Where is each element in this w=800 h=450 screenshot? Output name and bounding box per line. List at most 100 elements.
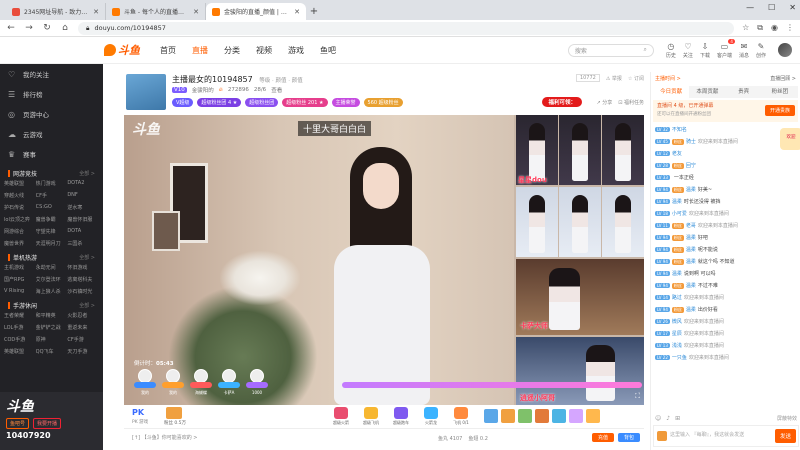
gift-shortcut-icon[interactable] <box>484 409 498 423</box>
category-link[interactable]: DOTA <box>67 228 99 235</box>
badge-pill[interactable]: V超级 <box>172 98 194 107</box>
chat-message[interactable]: LV 17 星辰 欢迎来到本直播间 <box>655 330 796 337</box>
category-link[interactable]: 护石传说 <box>4 204 36 211</box>
user-avatar[interactable] <box>778 43 792 57</box>
sidebar-item-ranking[interactable]: ☰ 排行榜 <box>0 84 103 104</box>
open-noble-button[interactable]: 开通贵族 <box>764 105 795 116</box>
sidebar-item-webgames[interactable]: ◎ 页游中心 <box>0 104 103 124</box>
category-link[interactable]: 三国杀 <box>67 240 99 247</box>
search-icon[interactable]: ⌕ <box>644 46 647 54</box>
category-link[interactable]: 怀旧游戏 <box>67 264 99 271</box>
section-more-link[interactable]: 全部 > <box>79 302 95 309</box>
notice-line[interactable]: [↑] 【斗鱼】你可能喜欢的 > <box>132 434 197 441</box>
category-link[interactable]: 火影忍者 <box>67 312 99 319</box>
subscribe-button[interactable]: ☆ 订阅 <box>628 75 644 82</box>
chat-message[interactable]: LV 94 温柔 时长还没得 被挡 <box>655 198 796 205</box>
fullscreen-icon[interactable]: ⛶ <box>635 392 640 401</box>
browser-tab-3[interactable]: 金骏阳的直播_颜值 | 斗鱼 ✕ <box>206 3 306 20</box>
chat-message[interactable]: LV 32 不知名 <box>655 126 796 133</box>
fan-avatar[interactable]: 海蝴蝶 <box>190 369 212 395</box>
category-link[interactable]: 金铲铲之战 <box>36 324 68 331</box>
badge-pill[interactable]: 超级粉丝团 4 ★ <box>197 98 242 107</box>
view-cell[interactable] <box>602 115 644 185</box>
category-link[interactable]: 王者荣耀 <box>4 312 36 319</box>
user-nick[interactable]: 老哥 <box>686 222 696 229</box>
search-input[interactable]: 搜索 ⌕ <box>567 43 654 57</box>
nav-home[interactable]: 首页 <box>160 45 176 56</box>
fan-avatar[interactable]: 1000 <box>246 369 268 395</box>
maximize-button[interactable]: ☐ <box>768 3 775 12</box>
chat-message[interactable]: LV 94 粉丝 温柔 出价好看 <box>655 306 796 313</box>
nav-video[interactable]: 视频 <box>256 45 272 56</box>
category-link[interactable]: 魔兽世界 <box>4 240 36 247</box>
badge-pill[interactable]: 主播荣誉 <box>331 98 360 107</box>
user-nick[interactable]: 温柔 <box>672 270 682 277</box>
gift-item[interactable]: 超级跑车 <box>390 407 412 426</box>
user-nick[interactable]: 路过 <box>672 294 682 301</box>
star-icon[interactable]: ☆ <box>742 23 749 33</box>
gift-item[interactable]: 火箭龙 <box>420 407 442 426</box>
chat-message[interactable]: LV 11 粉丝 老哥 欢迎来到本直播间 <box>655 222 796 229</box>
anchor-name[interactable]: 金骏阳的 <box>192 86 214 94</box>
category-link[interactable]: 热门游戏 <box>36 180 68 187</box>
category-link[interactable]: 魔兽怀旧服 <box>67 216 99 223</box>
backpack-button[interactable]: 背包 <box>617 433 640 442</box>
category-link[interactable]: CS:GO <box>36 204 68 211</box>
anchor-time-link[interactable]: 主播时间 > <box>655 75 681 82</box>
sidebar-item-events[interactable]: ♛ 赛事 <box>0 144 103 164</box>
welfare-button[interactable]: 福利可领： <box>542 97 582 107</box>
fan-avatar[interactable]: 我的 <box>134 369 156 395</box>
category-link[interactable]: 国产RPG <box>4 276 36 283</box>
view-cell[interactable] <box>516 187 558 257</box>
view-cell[interactable] <box>559 115 601 185</box>
create-button[interactable]: ✎ 创作 <box>756 42 766 59</box>
chat-input-box[interactable]: 这里输入 『每聊』，我这就会发送 发送 <box>653 425 799 447</box>
category-link[interactable]: LOL手游 <box>4 324 36 331</box>
browser-tab-2[interactable]: 斗鱼 - 每个人的直播平台 ✕ <box>106 3 206 20</box>
new-tab-button[interactable]: + <box>306 3 322 20</box>
chat-message[interactable]: LV 14 路过 欢迎来到本直播间 <box>655 294 796 301</box>
sidebar-item-cloudgame[interactable]: ☁ 云游戏 <box>0 124 103 144</box>
chat-message[interactable]: LV 12 老友 <box>655 150 796 157</box>
client-button[interactable]: ▭ 客户端 4 <box>717 38 735 59</box>
category-link[interactable]: 主机游戏 <box>4 264 36 271</box>
gift-item[interactable]: 超级飞机 <box>360 407 382 426</box>
fan-avatar[interactable]: 卡萨A <box>218 369 240 395</box>
nav-yuba[interactable]: 鱼吧 <box>320 45 336 56</box>
forward-icon[interactable]: → <box>24 23 34 33</box>
tab-close-icon[interactable]: ✕ <box>294 8 300 16</box>
tab-vip[interactable]: 贵宾 <box>726 86 762 98</box>
user-nick[interactable]: 温柔 <box>686 282 696 289</box>
user-nick[interactable]: 骑士 <box>686 138 696 145</box>
chat-message[interactable]: LV 94 粉丝 温柔 就这个吗 不知道 <box>655 258 796 265</box>
category-link[interactable]: CF手游 <box>67 336 99 343</box>
yuba-id-button[interactable]: 鱼吧号 <box>6 418 30 429</box>
user-nick[interactable]: 浅浅 <box>672 342 682 349</box>
reload-icon[interactable]: ↻ <box>42 23 52 33</box>
minimize-button[interactable]: — <box>746 3 754 12</box>
bag-icon[interactable] <box>657 431 667 441</box>
chat-message[interactable]: LV 33 一本正经 <box>655 174 796 181</box>
block-effects-toggle[interactable]: 屏蔽特效 <box>777 415 797 422</box>
gift-shortcut-icon[interactable] <box>518 409 532 423</box>
chat-message[interactable]: LV 18 小可爱 欢迎来到本直播间 <box>655 210 796 217</box>
download-button[interactable]: ⇩ 下载 <box>700 42 710 59</box>
close-window-button[interactable]: ✕ <box>789 3 796 12</box>
user-nick[interactable]: 回宁 <box>686 162 696 169</box>
category-link[interactable]: 永劫无间 <box>36 264 68 271</box>
fans-entry[interactable]: 粉丝 0.5万 <box>158 407 192 427</box>
replay-link[interactable]: 直播回顾 > <box>770 75 796 82</box>
user-nick[interactable]: 温柔 <box>672 198 682 205</box>
extensions-icon[interactable]: ⧉ <box>757 23 763 33</box>
category-link[interactable]: 逆水寒 <box>67 204 99 211</box>
user-nick[interactable]: 小可爱 <box>672 210 687 217</box>
nav-live[interactable]: 直播 <box>192 45 208 56</box>
category-link[interactable]: 天刀手游 <box>67 348 99 355</box>
section-more-link[interactable]: 全部 > <box>79 170 95 177</box>
profile-icon[interactable]: ◉ <box>771 23 778 33</box>
chat-message[interactable]: LV 94 粉丝 温柔 呢不能说 <box>655 246 796 253</box>
gift-shortcut-icon[interactable] <box>586 409 600 423</box>
category-link[interactable]: 穿越火线 <box>4 192 36 199</box>
gift-shortcut-icon[interactable] <box>569 409 583 423</box>
music-icon[interactable]: ♪ <box>666 415 670 422</box>
